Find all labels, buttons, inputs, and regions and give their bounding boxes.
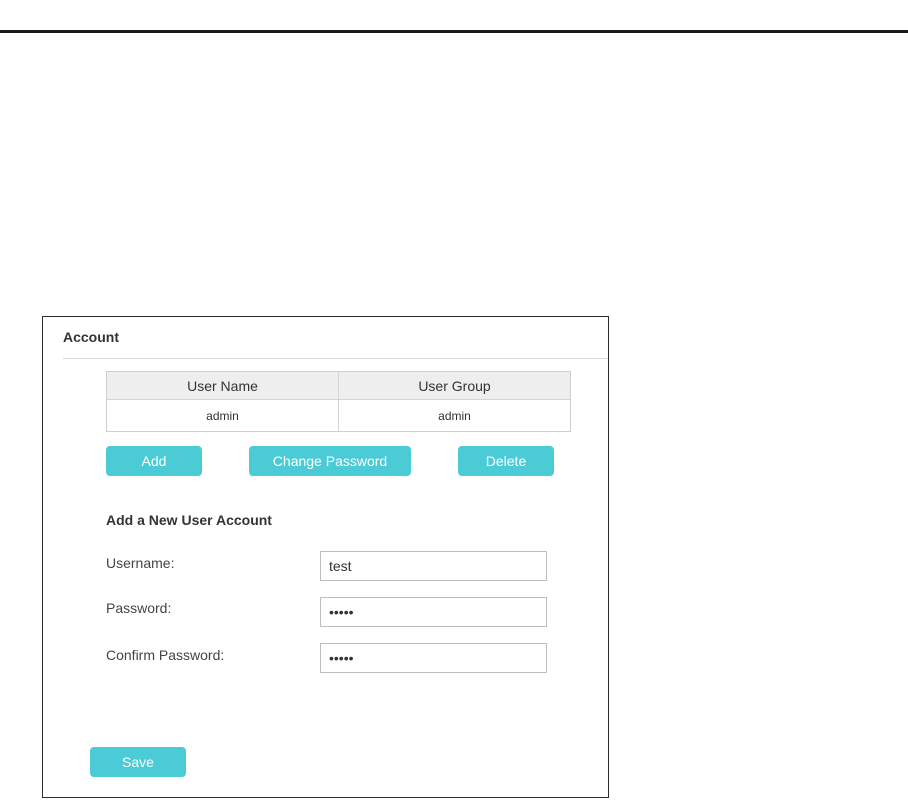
username-field[interactable]: [320, 551, 547, 581]
table-header-row: User Name User Group: [107, 372, 570, 400]
confirm-password-label: Confirm Password:: [106, 647, 225, 663]
title-divider: [63, 358, 608, 359]
password-field[interactable]: [320, 597, 547, 627]
table-row[interactable]: admin admin: [107, 400, 570, 431]
delete-button[interactable]: Delete: [458, 446, 554, 476]
username-label: Username:: [106, 555, 175, 571]
change-password-button[interactable]: Change Password: [249, 446, 411, 476]
new-account-title: Add a New User Account: [106, 512, 272, 528]
panel-title: Account: [63, 329, 119, 345]
account-panel: Account User Name User Group admin admin…: [42, 316, 609, 798]
cell-user-group: admin: [338, 400, 570, 431]
cell-user-name: admin: [206, 408, 239, 423]
add-button[interactable]: Add: [106, 446, 202, 476]
top-divider: [0, 30, 908, 33]
column-header-user-group: User Group: [338, 372, 570, 399]
password-label: Password:: [106, 600, 172, 616]
account-table: User Name User Group admin admin: [106, 371, 571, 432]
confirm-password-field[interactable]: [320, 643, 547, 673]
save-button[interactable]: Save: [90, 747, 186, 777]
column-header-user-name: User Name: [187, 377, 258, 394]
